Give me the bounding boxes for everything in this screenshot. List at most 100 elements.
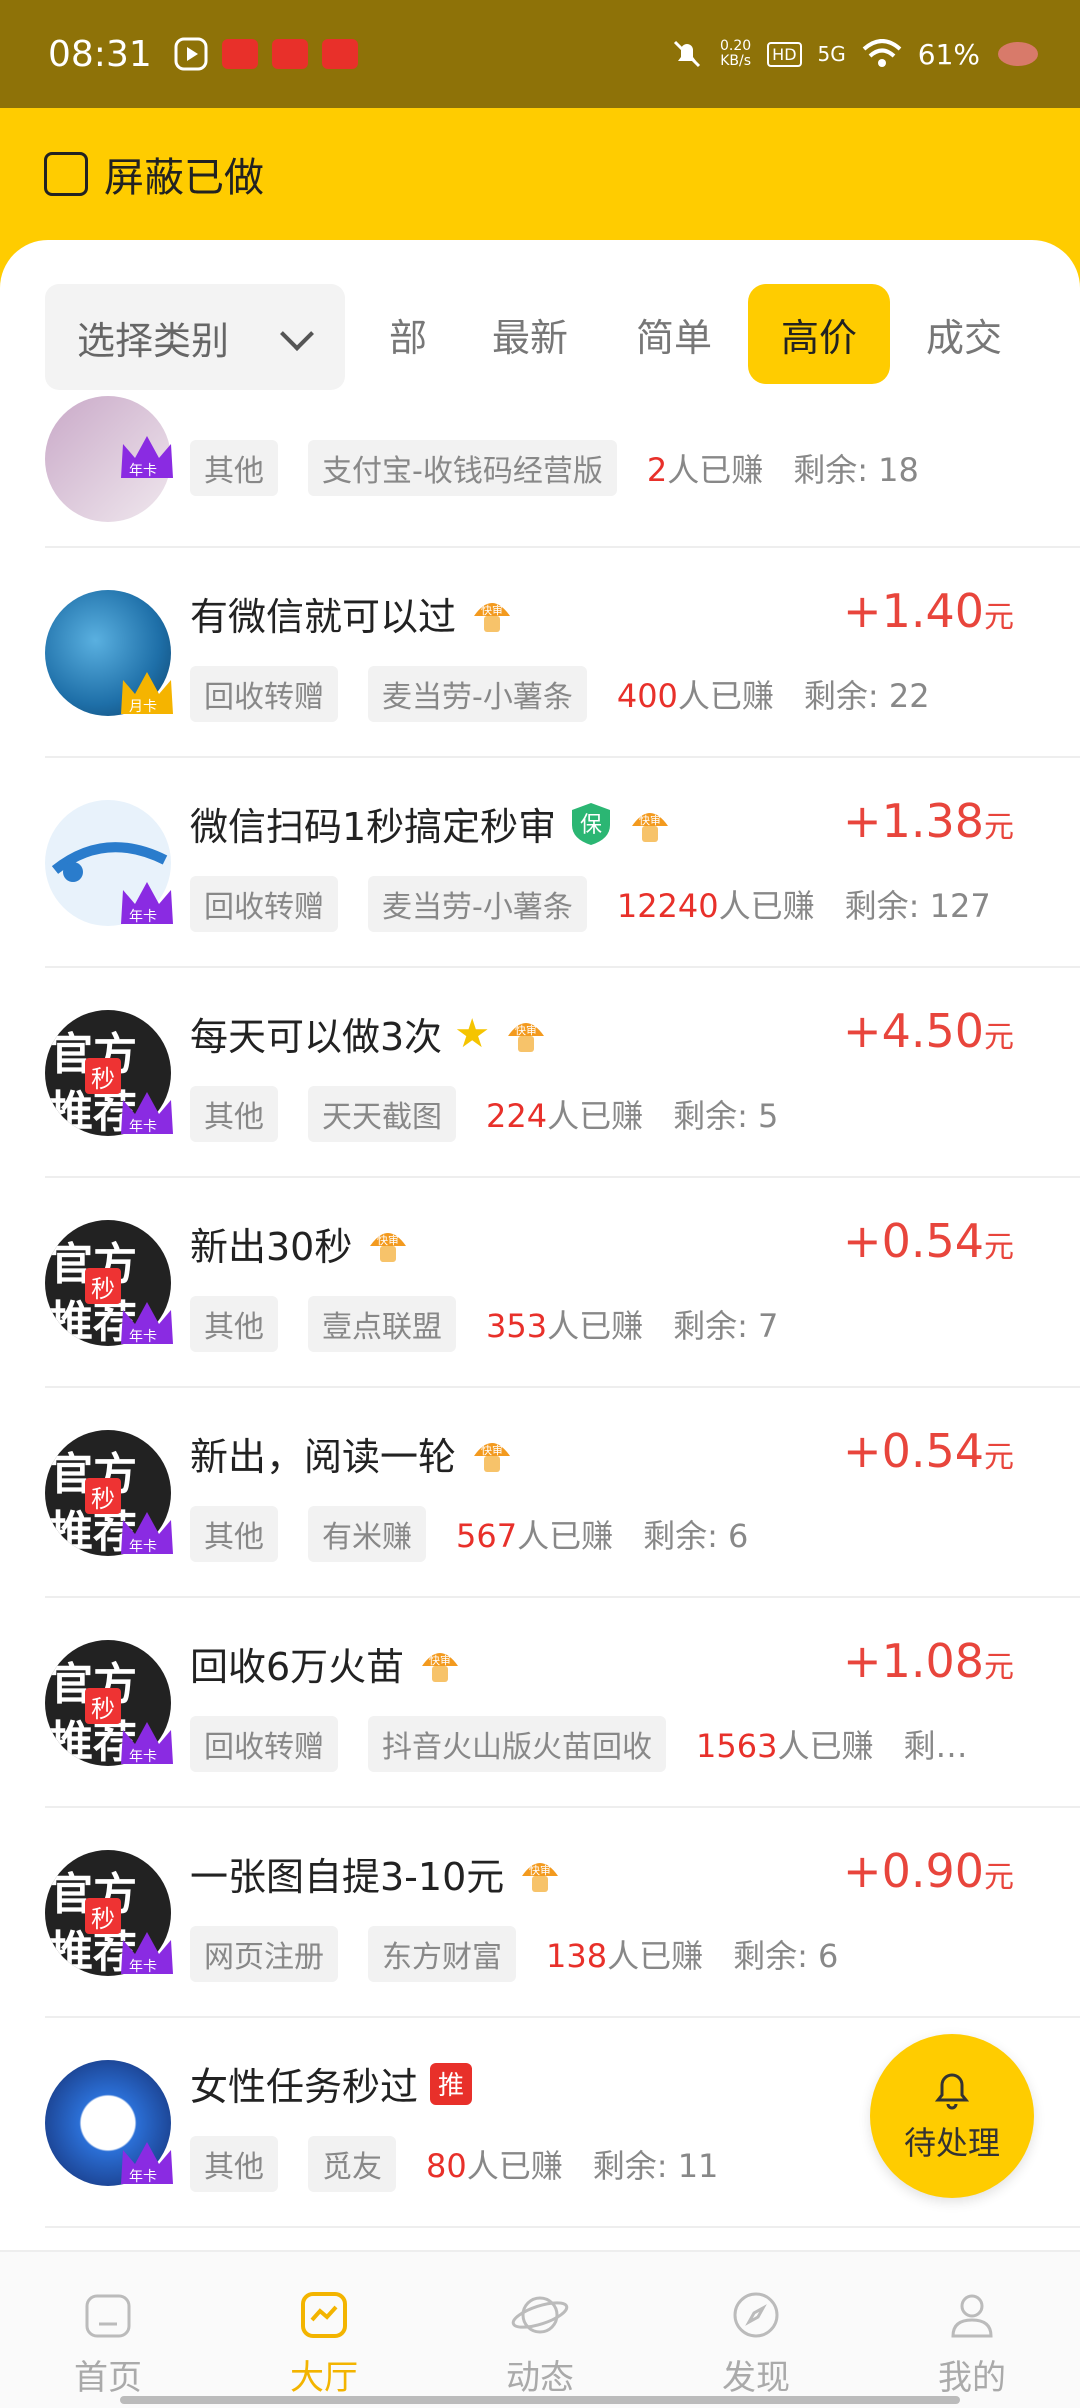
nav-hall-label: 大厅: [290, 2358, 358, 2398]
earned-count: 2人已赚: [647, 445, 763, 491]
task-title-text: 有微信就可以过: [190, 595, 457, 639]
card-label: 年卡: [129, 1749, 157, 1765]
task-row[interactable]: 月卡 有微信就可以过 快审 +1.40元 回收转赠 麦当劳-小薯条 400人已赚…: [45, 548, 1080, 758]
task-meta: 其他 觅友 80人已赚 剩余: 11: [190, 2136, 718, 2192]
avatar-miao-badge: 秒: [85, 1898, 121, 1934]
guarantee-icon: 保: [572, 802, 611, 845]
status-bar: 08:31 0.20 KB/s HD 5G 61%: [0, 0, 1080, 108]
earned-suffix: 人已赚: [777, 1727, 874, 1765]
earned-number: 400: [616, 677, 678, 715]
coupon-app-icon: [271, 39, 308, 69]
earned-number: 138: [546, 1937, 608, 1975]
avatar-miao-badge: 秒: [85, 1268, 121, 1304]
task-title: 一张图自提3-10元 快审: [190, 1846, 564, 1901]
task-row[interactable]: 年卡 微信扫码1秒搞定秒审 保 快审 +1.38元 回收转赠 麦当劳-小薯条 1…: [45, 758, 1080, 968]
pending-fab[interactable]: 待处理: [870, 2034, 1034, 2198]
task-row[interactable]: 官方 推荐 秒 年卡 新出30秒 快审 +0.54元 其他 壹点联盟 353人已…: [45, 1178, 1080, 1388]
pending-label: 待处理: [903, 2124, 1000, 2162]
earned-suffix: 人已赚: [607, 1937, 704, 1975]
category-tag: 回收转赠: [190, 1716, 338, 1772]
shopping-app-icon: [221, 39, 258, 69]
task-price: +0.54元: [843, 1424, 1014, 1478]
earned-number: 353: [486, 1307, 548, 1345]
chevron-down-icon: [280, 317, 314, 351]
bell-icon: [934, 2073, 970, 2110]
nav-home-label: 首页: [74, 2358, 142, 2398]
hide-done-label[interactable]: 屏蔽已做: [104, 145, 264, 203]
task-row[interactable]: 官方 推荐 秒 年卡 回收6万火苗 快审 +1.08元 回收转赠 抖音火山版火苗…: [45, 1598, 1080, 1808]
task-row[interactable]: 官方 推荐 秒 年卡 新出，阅读一轮 快审 +0.54元 其他 有米赚 567人…: [45, 1388, 1080, 1598]
price-value: +1.40: [843, 584, 984, 638]
task-meta: 其他 有米赚 567人已赚 剩余: 6: [190, 1506, 748, 1562]
task-row[interactable]: 官方 推荐 秒 年卡 一张图自提3-10元 快审 +0.90元 网页注册 东方财…: [45, 1808, 1080, 2018]
play-app-icon: [174, 37, 208, 71]
earned-count: 138人已赚: [546, 1931, 703, 1977]
earned-count: 400人已赚: [617, 671, 774, 717]
avatar-miao-badge: 秒: [85, 1688, 121, 1724]
nav-dynamic[interactable]: 动态: [432, 2252, 648, 2408]
remaining-count: 剩余: 18: [793, 451, 919, 489]
card-label: 年卡: [129, 1539, 157, 1555]
earned-count: 1563人已赚: [696, 1721, 873, 1767]
price-value: +1.38: [843, 794, 984, 848]
earned-count: 567人已赚: [456, 1511, 613, 1557]
remaining-count: 剩余: 11: [592, 2147, 719, 2185]
remaining-count: 剩余: 6: [643, 1517, 749, 1555]
nav-home[interactable]: 首页: [0, 2252, 216, 2408]
price-unit: 元: [984, 1230, 1014, 1265]
nav-profile[interactable]: 我的: [864, 2252, 1080, 2408]
task-title: 微信扫码1秒搞定秒审 保 快审: [190, 796, 674, 851]
category-tag: 回收转赠: [190, 876, 338, 932]
earned-suffix: 人已赚: [718, 887, 815, 925]
task-meta: 网页注册 东方财富 138人已赚 剩余: 6: [190, 1926, 838, 1982]
battery-percent: 61%: [917, 37, 980, 71]
nav-discover[interactable]: 发现: [648, 2252, 864, 2408]
net-speed-value: 0.20: [720, 38, 752, 54]
platform-tag: 天天截图: [308, 1086, 456, 1142]
task-price: +1.40元: [843, 584, 1014, 638]
net-speed-unit: KB/s: [720, 53, 751, 69]
fast-review-text: 快审: [377, 1233, 399, 1247]
category-select-label: 选择类别: [77, 318, 230, 363]
tab-all[interactable]: 部: [370, 284, 446, 384]
nav-dynamic-label: 动态: [506, 2358, 574, 2398]
nav-hall[interactable]: 大厅: [216, 2252, 432, 2408]
tab-high-price[interactable]: 高价: [748, 284, 890, 384]
earned-suffix: 人已赚: [547, 1307, 644, 1345]
task-row[interactable]: 官方 推荐 秒 年卡 每天可以做3次 ★ 快审 +4.50元 其他 天天截图 2…: [45, 968, 1080, 1178]
status-time: 08:31: [48, 33, 152, 75]
remaining-count: 剩余: 5: [673, 1097, 779, 1135]
card-label: 年卡: [129, 909, 157, 925]
compass-icon: [733, 2292, 779, 2338]
recommend-badge: 推: [430, 2062, 473, 2105]
wifi-icon: [862, 39, 902, 67]
fast-review-text: 快审: [429, 1653, 451, 1667]
task-meta: 回收转赠 麦当劳-小薯条 12240人已赚 剩余: 127: [190, 876, 991, 932]
category-tag: 其他: [190, 1296, 278, 1352]
earned-count: 12240人已赚: [617, 881, 815, 927]
home-indicator[interactable]: [120, 2396, 960, 2404]
card-label: 年卡: [129, 1119, 157, 1135]
price-value: +0.54: [843, 1214, 984, 1268]
task-meta: 回收转赠 抖音火山版火苗回收 1563人已赚 剩…: [190, 1716, 967, 1772]
net-type: 5G: [817, 42, 846, 66]
nav-discover-label: 发现: [722, 2358, 790, 2398]
task-row[interactable]: 年卡 其他 支付宝-收钱码经营版 2人已赚 剩余: 18: [45, 396, 1080, 548]
earned-count: 80人已赚: [426, 2141, 563, 2187]
net-speed: 0.20 KB/s: [720, 39, 751, 69]
earned-count: 224人已赚: [486, 1091, 643, 1137]
earned-number: 567: [456, 1517, 518, 1555]
card-label: 年卡: [129, 1329, 157, 1345]
tab-deals[interactable]: 成交: [904, 284, 1024, 384]
remaining-count: 剩余: 127: [844, 887, 991, 925]
category-tag: 网页注册: [190, 1926, 338, 1982]
fast-review-icon: 快审: [522, 1862, 559, 1892]
tab-latest[interactable]: 最新: [470, 284, 590, 384]
tab-simple[interactable]: 简单: [614, 284, 734, 384]
task-title: 新出30秒 快审: [190, 1216, 412, 1271]
earned-number: 224: [486, 1097, 548, 1135]
hide-done-checkbox[interactable]: [44, 152, 88, 196]
task-title-text: 每天可以做3次: [190, 1015, 443, 1059]
category-select[interactable]: 选择类别: [45, 284, 345, 390]
filter-bar: 屏蔽已做: [0, 108, 1080, 240]
